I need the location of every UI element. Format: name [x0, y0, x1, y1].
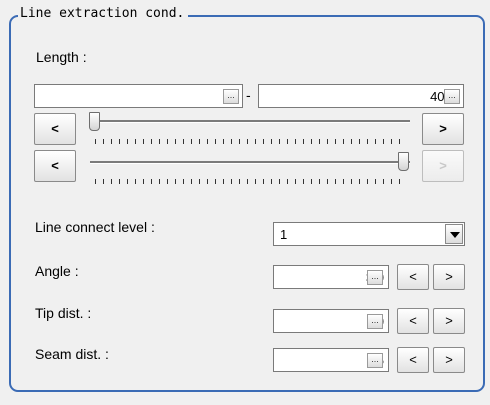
line-connect-select[interactable]: 1 [273, 222, 465, 246]
tip-dist-decrement-button[interactable]: < [397, 308, 429, 334]
max-slider-right-button[interactable]: > [422, 150, 464, 182]
chevron-down-icon[interactable] [445, 224, 463, 244]
group-title: Line extraction cond. [18, 6, 189, 21]
min-slider-left-button[interactable]: < [34, 113, 76, 145]
line-extraction-group [9, 15, 485, 392]
angle-label: Angle : [35, 263, 79, 279]
min-slider-right-button[interactable]: > [422, 113, 464, 145]
tip-dist-increment-button[interactable]: > [433, 308, 465, 334]
max-slider-thumb[interactable] [398, 152, 409, 171]
line-connect-value: 1 [280, 227, 288, 242]
max-slider-track[interactable] [90, 161, 410, 164]
min-slider-ticks [95, 139, 407, 144]
length-max-input[interactable]: 4000 [258, 84, 464, 108]
tip-dist-ellipsis-button[interactable]: ... [367, 314, 383, 329]
angle-increment-button[interactable]: > [433, 264, 465, 290]
line-connect-label: Line connect level : [35, 219, 155, 235]
length-min-input[interactable]: 10 [34, 84, 243, 108]
seam-dist-label: Seam dist. : [35, 346, 109, 362]
seam-dist-ellipsis-button[interactable]: ... [367, 353, 383, 368]
length-min-ellipsis-button[interactable]: ... [223, 89, 239, 104]
max-slider-ticks [95, 179, 407, 184]
angle-decrement-button[interactable]: < [397, 264, 429, 290]
max-slider-left-button[interactable]: < [34, 150, 76, 182]
length-range-separator: - [246, 87, 251, 103]
length-max-ellipsis-button[interactable]: ... [444, 89, 460, 104]
angle-ellipsis-button[interactable]: ... [367, 270, 383, 285]
min-slider-track[interactable] [90, 120, 410, 123]
tip-dist-label: Tip dist. : [35, 305, 92, 321]
length-label: Length : [36, 49, 87, 65]
min-slider-thumb[interactable] [89, 112, 100, 131]
seam-dist-decrement-button[interactable]: < [397, 347, 429, 373]
seam-dist-increment-button[interactable]: > [433, 347, 465, 373]
